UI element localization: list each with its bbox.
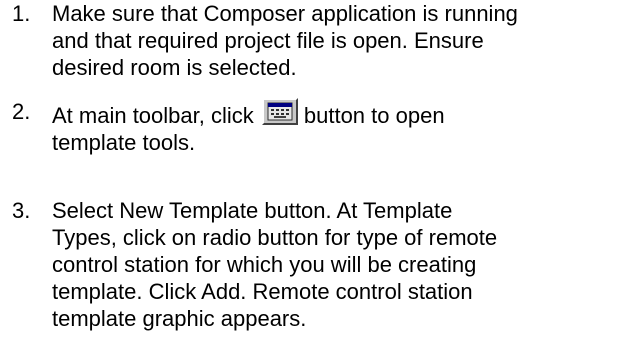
step-text-after-icon: button to open bbox=[303, 103, 445, 128]
step-text-before-icon: At main toolbar, click bbox=[52, 103, 254, 128]
step-text-line: template graphic appears. bbox=[52, 306, 307, 331]
step-1: 1. Make sure that Composer application i… bbox=[0, 0, 518, 81]
template-tools-icon bbox=[261, 98, 298, 125]
step-number: 1. bbox=[12, 1, 31, 26]
step-text-line: control station for which you will be cr… bbox=[52, 252, 477, 277]
step-text-line: desired room is selected. bbox=[52, 55, 297, 80]
step-number: 3. bbox=[12, 198, 31, 223]
step-text-line: Select New Template button. At Template bbox=[52, 198, 453, 223]
step-text-line: At main toolbar, click button to open bbox=[52, 98, 445, 129]
step-text-line: and that required project file is open. … bbox=[52, 28, 484, 53]
step-text-line: template tools. bbox=[52, 130, 196, 155]
step-text-line: Make sure that Composer application is r… bbox=[52, 1, 518, 26]
step-text-line: template. Click Add. Remote control stat… bbox=[52, 279, 473, 304]
step-number: 2. bbox=[12, 99, 31, 124]
step-2: 2. At main toolbar, click button to open… bbox=[0, 98, 445, 156]
step-text-line: Types, click on radio button for type of… bbox=[52, 225, 498, 250]
step-3: 3. Select New Template button. At Templa… bbox=[0, 197, 497, 332]
